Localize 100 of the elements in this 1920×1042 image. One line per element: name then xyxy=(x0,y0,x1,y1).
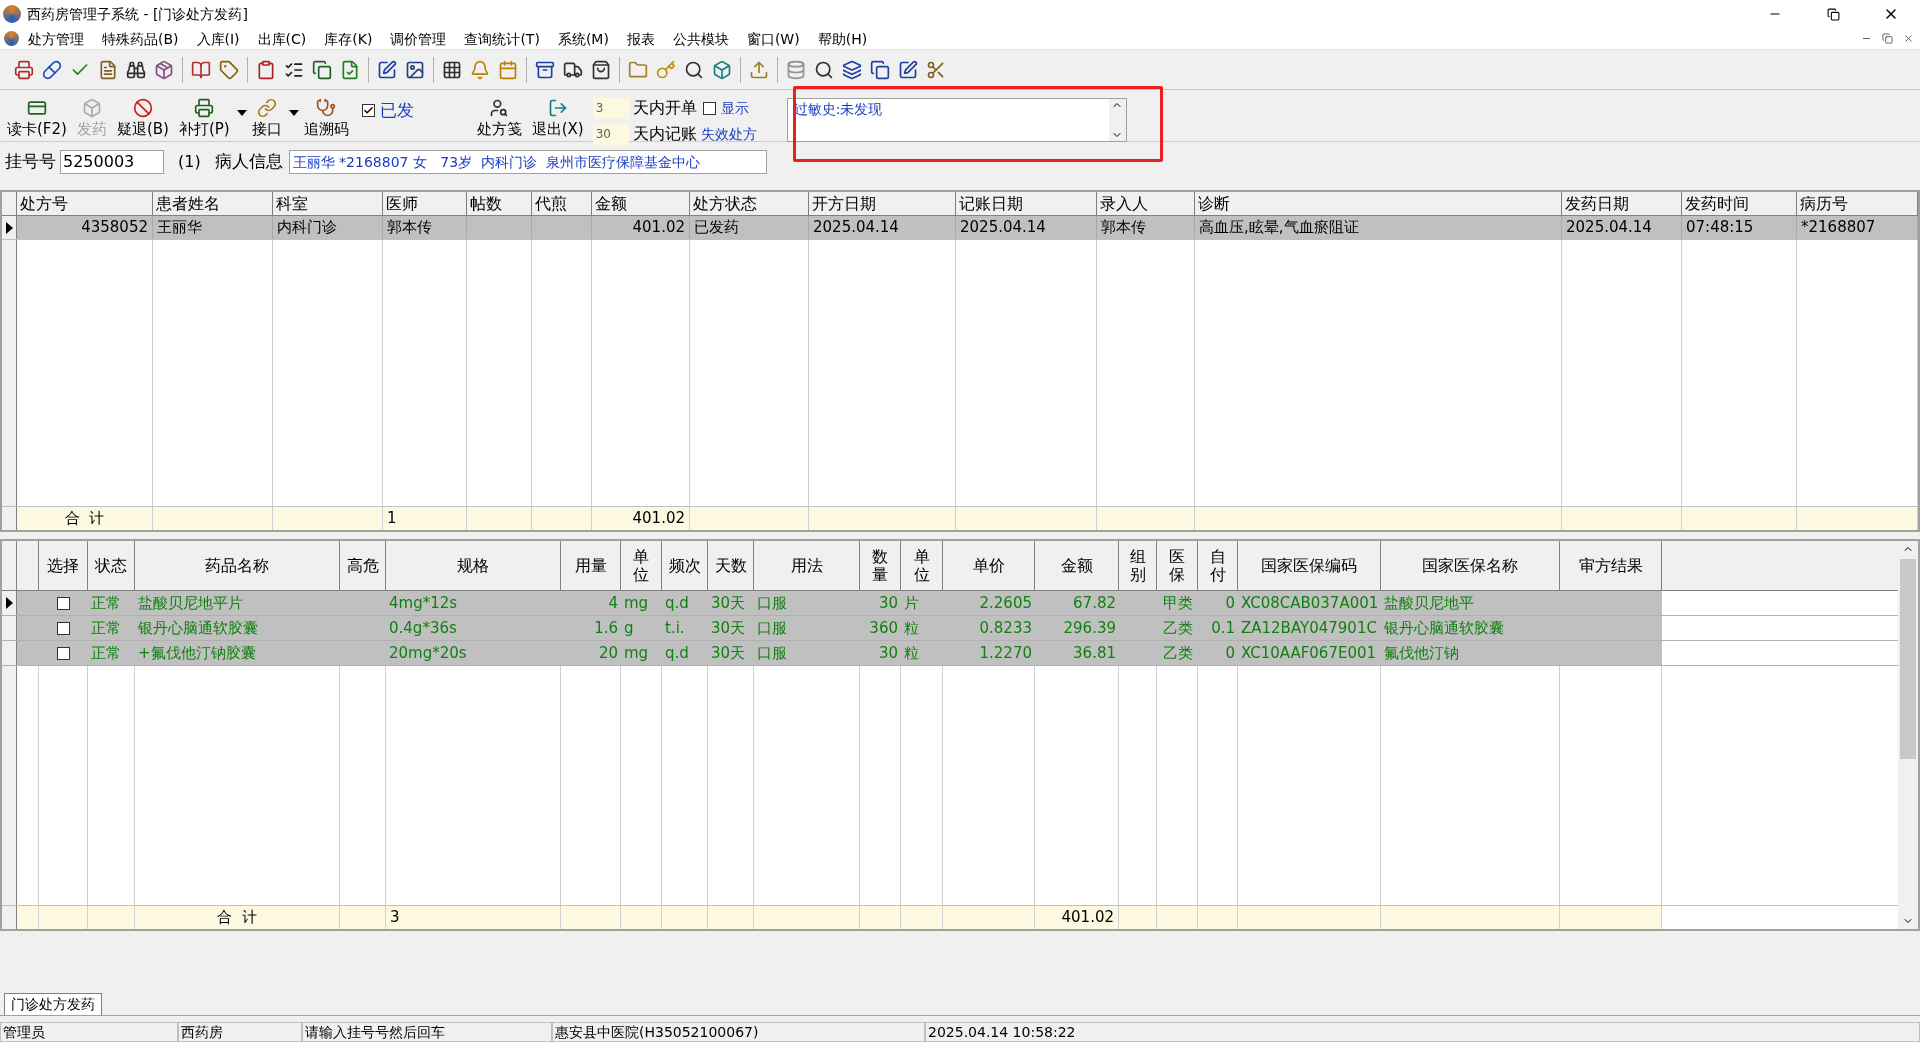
box-icon[interactable] xyxy=(712,59,732,80)
menu-item[interactable]: 系统(M) xyxy=(548,28,618,49)
column-header[interactable]: 医师 xyxy=(383,192,467,215)
column-header[interactable]: 频次 xyxy=(662,541,708,590)
key-icon[interactable] xyxy=(656,59,676,80)
column-header[interactable]: 病历号 xyxy=(1797,192,1918,215)
column-header[interactable]: 国家医保名称 xyxy=(1381,541,1560,590)
column-header[interactable]: 天数 xyxy=(708,541,754,590)
tag-icon[interactable] xyxy=(219,59,239,80)
column-header[interactable]: 组别 xyxy=(1119,541,1157,590)
column-header[interactable]: 药品名称 xyxy=(135,541,340,590)
column-header[interactable]: 录入人 xyxy=(1097,192,1195,215)
upload-icon[interactable] xyxy=(749,59,769,80)
column-header[interactable]: 用量 xyxy=(561,541,621,590)
file-check-icon[interactable] xyxy=(340,59,360,80)
checkbox[interactable] xyxy=(57,646,70,660)
column-header[interactable]: 数量 xyxy=(860,541,901,590)
column-header[interactable]: 单位 xyxy=(621,541,662,590)
days-field[interactable]: 30 xyxy=(592,123,629,145)
scissors-icon[interactable] xyxy=(926,59,946,80)
column-header[interactable]: 审方结果 xyxy=(1560,541,1662,590)
checkbox[interactable] xyxy=(702,101,716,115)
search-icon[interactable] xyxy=(684,59,704,80)
database-icon[interactable] xyxy=(786,59,806,80)
toolbar-button[interactable]: 接口 xyxy=(246,96,287,144)
menu-item[interactable]: 处方管理 xyxy=(19,28,93,49)
scrollbar[interactable] xyxy=(1108,99,1126,141)
column-header[interactable]: 规格 xyxy=(386,541,561,590)
column-header[interactable]: 发药日期 xyxy=(1562,192,1682,215)
checkbox[interactable] xyxy=(57,621,70,635)
column-header[interactable]: 诊断 xyxy=(1195,192,1562,215)
column-header[interactable]: 代煎 xyxy=(532,192,592,215)
vertical-scrollbar[interactable] xyxy=(1898,541,1918,929)
column-header[interactable]: 处方号 xyxy=(17,192,153,215)
column-header[interactable]: 帖数 xyxy=(467,192,532,215)
archive-icon[interactable] xyxy=(535,59,555,80)
package-icon[interactable] xyxy=(154,59,174,80)
expired-prescriptions-link[interactable]: 失效处方 xyxy=(700,123,757,145)
column-header[interactable]: 金额 xyxy=(1035,541,1119,590)
days-field[interactable]: 3 xyxy=(592,97,629,119)
zoom-icon[interactable] xyxy=(814,59,834,80)
toolbar-button[interactable]: 退出(X) xyxy=(526,96,589,144)
menu-item[interactable]: 特殊药品(B) xyxy=(93,28,188,49)
registration-number-field[interactable]: 5250003 xyxy=(60,150,164,174)
column-header[interactable]: 国家医保编码 xyxy=(1238,541,1381,590)
mdi-close-icon[interactable] xyxy=(1903,33,1914,44)
bag-icon[interactable] xyxy=(591,59,611,80)
windows-icon[interactable] xyxy=(870,59,890,80)
grid-icon[interactable] xyxy=(442,59,462,80)
image-icon[interactable] xyxy=(405,59,425,80)
row-header[interactable] xyxy=(2,216,17,239)
folder-icon[interactable] xyxy=(628,59,648,80)
column-header[interactable]: 处方状态 xyxy=(690,192,809,215)
app-menu-icon[interactable] xyxy=(4,31,19,46)
toolbar-button[interactable]: 追溯码 xyxy=(298,96,354,144)
allergy-memo-field[interactable]: 过敏史:未发现 xyxy=(786,98,1127,142)
column-header[interactable]: 自付 xyxy=(1198,541,1238,590)
menu-item[interactable]: 窗口(W) xyxy=(737,28,809,49)
clipboard-icon[interactable] xyxy=(256,59,276,80)
menu-item[interactable]: 调价管理 xyxy=(381,28,456,49)
menu-item[interactable]: 查询统计(T) xyxy=(455,28,549,49)
toolbar-button[interactable]: 疑退(B) xyxy=(111,96,174,144)
bell-icon[interactable] xyxy=(470,59,490,80)
dropdown-caret-icon[interactable] xyxy=(236,110,247,116)
menu-item[interactable]: 库存(K) xyxy=(315,28,382,49)
row-header[interactable] xyxy=(2,591,17,615)
copy-icon[interactable] xyxy=(312,59,332,80)
column-header[interactable]: 记账日期 xyxy=(956,192,1097,215)
column-header[interactable]: 患者姓名 xyxy=(153,192,273,215)
column-header[interactable]: 科室 xyxy=(273,192,383,215)
checkbox[interactable] xyxy=(57,596,70,610)
document-icon[interactable] xyxy=(98,59,118,80)
layers-icon[interactable] xyxy=(842,59,862,80)
binoculars-icon[interactable] xyxy=(126,59,146,80)
book-icon[interactable] xyxy=(191,59,211,80)
calendar-icon[interactable] xyxy=(498,59,518,80)
dropdown-caret-icon[interactable] xyxy=(288,110,299,116)
toolbar-button[interactable]: 读卡(F2) xyxy=(2,96,72,144)
column-header[interactable]: 高危 xyxy=(340,541,386,590)
column-header[interactable]: 状态 xyxy=(88,541,135,590)
printer-icon[interactable] xyxy=(14,59,34,80)
menu-item[interactable]: 出库(C) xyxy=(248,28,316,49)
edit-icon[interactable] xyxy=(377,59,397,80)
column-header[interactable]: 选择 xyxy=(39,541,88,590)
checkbox[interactable] xyxy=(361,104,375,118)
menu-item[interactable]: 公共模块 xyxy=(663,28,738,49)
column-header[interactable]: 单位 xyxy=(901,541,943,590)
menu-item[interactable]: 帮助(H) xyxy=(808,28,877,49)
mdi-restore-icon[interactable] xyxy=(1882,33,1893,44)
column-header[interactable]: 医保 xyxy=(1157,541,1198,590)
toolbar-button[interactable]: 处方笺 xyxy=(471,96,527,144)
column-header[interactable]: 金额 xyxy=(592,192,690,215)
column-header[interactable]: 用法 xyxy=(754,541,860,590)
column-header[interactable]: 单价 xyxy=(943,541,1035,590)
toolbar-button[interactable]: 补打(P) xyxy=(173,96,235,144)
document-tab[interactable]: 门诊处方发药 xyxy=(4,993,102,1015)
menu-item[interactable]: 报表 xyxy=(617,28,664,49)
column-header[interactable]: 开方日期 xyxy=(809,192,956,215)
menu-item[interactable]: 入库(I) xyxy=(187,28,249,49)
pen-icon[interactable] xyxy=(898,59,918,80)
